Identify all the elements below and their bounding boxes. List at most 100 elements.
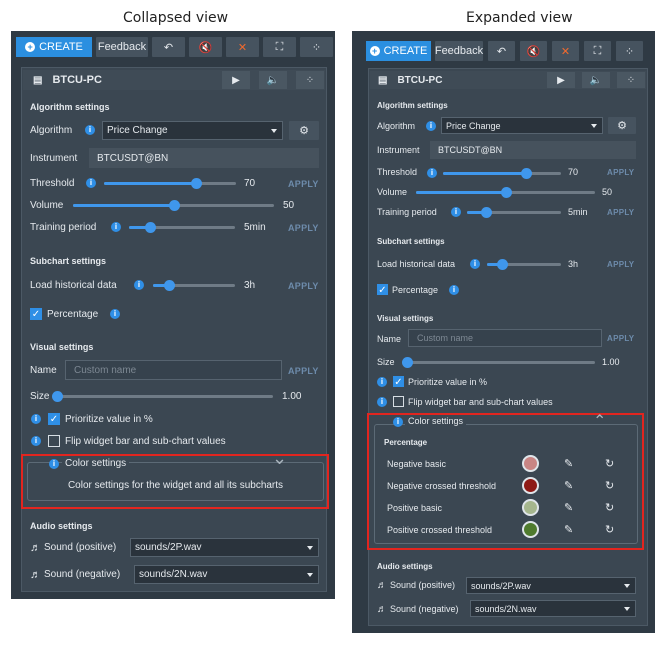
fullscreen-icon[interactable]: ⛶	[584, 41, 611, 61]
info-icon[interactable]: i	[31, 414, 41, 424]
reset-icon[interactable]: ↻	[605, 524, 614, 536]
color-row-label: Negative crossed threshold	[387, 481, 497, 491]
chevron-down-icon[interactable]: ⌄	[272, 449, 287, 467]
instrument-field[interactable]: BTCUSDT@BN	[89, 148, 319, 168]
info-icon[interactable]: i	[86, 178, 96, 188]
flip-label: Flip widget bar and sub-chart values	[408, 397, 553, 407]
reset-icon[interactable]: ↻	[605, 458, 614, 470]
slider-handle[interactable]	[496, 259, 508, 270]
name-label: Name	[30, 365, 57, 376]
instrument-field[interactable]: BTCUSDT@BN	[430, 141, 636, 159]
move-icon[interactable]: ⁘	[617, 72, 645, 88]
info-icon[interactable]: i	[49, 459, 59, 469]
create-button[interactable]: + CREATE	[366, 41, 431, 61]
slider-handle[interactable]	[402, 357, 413, 368]
sound-icon[interactable]: 🔈	[259, 71, 287, 89]
info-icon[interactable]: i	[110, 309, 120, 319]
feedback-button[interactable]: Feedback	[96, 37, 148, 57]
slider-handle[interactable]	[500, 187, 512, 198]
flip-checkbox[interactable]	[393, 396, 404, 407]
info-icon[interactable]: i	[85, 125, 95, 135]
threshold-slider[interactable]	[443, 168, 561, 179]
slider-handle[interactable]	[168, 200, 180, 211]
sound-icon[interactable]: 🔈	[582, 72, 610, 88]
sound-positive-select[interactable]: sounds/2P.wav	[130, 538, 319, 557]
info-icon[interactable]: i	[393, 417, 403, 427]
historical-slider[interactable]	[153, 280, 235, 291]
gear-icon[interactable]: ⚙	[608, 117, 636, 134]
size-slider[interactable]	[52, 391, 273, 402]
info-icon[interactable]: i	[427, 168, 437, 178]
sound-negative-label: Sound (negative)	[390, 604, 459, 614]
sound-negative-select[interactable]: sounds/2N.wav	[134, 565, 319, 584]
close-icon[interactable]: ✕	[552, 41, 579, 61]
flip-checkbox[interactable]	[48, 435, 60, 447]
info-icon[interactable]: i	[134, 280, 144, 290]
name-input[interactable]: Custom name	[65, 360, 282, 380]
eyedropper-icon[interactable]: ✎	[564, 480, 573, 492]
mute-icon[interactable]: 🔇	[520, 41, 547, 61]
play-icon[interactable]: ▶	[222, 71, 250, 89]
undo-icon[interactable]: ↶	[488, 41, 515, 61]
sound-positive-select[interactable]: sounds/2P.wav	[466, 577, 636, 594]
eyedropper-icon[interactable]: ✎	[564, 524, 573, 536]
apply-button[interactable]: APPLY	[607, 334, 634, 343]
training-slider[interactable]	[467, 207, 561, 218]
create-button[interactable]: + CREATE	[16, 37, 92, 57]
prioritize-checkbox[interactable]: ✓	[48, 413, 60, 425]
threshold-slider[interactable]	[104, 178, 236, 189]
size-slider[interactable]	[402, 357, 595, 368]
eyedropper-icon[interactable]: ✎	[564, 458, 573, 470]
info-icon[interactable]: i	[451, 207, 461, 217]
close-icon[interactable]: ✕	[226, 37, 259, 57]
color-swatch[interactable]	[522, 521, 539, 538]
historical-slider[interactable]	[487, 259, 561, 270]
move-icon[interactable]: ⁘	[296, 71, 324, 89]
percentage-checkbox[interactable]: ✓	[30, 308, 42, 320]
percentage-checkbox[interactable]: ✓	[377, 284, 388, 296]
info-icon[interactable]: i	[449, 285, 459, 295]
apply-button[interactable]: APPLY	[607, 168, 634, 177]
sound-positive-label: Sound (positive)	[44, 542, 117, 553]
info-icon[interactable]: i	[426, 121, 436, 131]
eyedropper-icon[interactable]: ✎	[564, 502, 573, 514]
apply-button[interactable]: APPLY	[288, 366, 319, 376]
slider-handle[interactable]	[520, 168, 532, 179]
gear-icon[interactable]: ⚙	[289, 121, 319, 140]
volume-slider[interactable]	[73, 200, 274, 211]
widget-title: BTCU-PC	[52, 74, 102, 86]
prioritize-checkbox[interactable]: ✓	[393, 376, 404, 388]
mute-icon[interactable]: 🔇	[189, 37, 222, 57]
color-swatch[interactable]	[522, 455, 539, 472]
training-slider[interactable]	[129, 222, 235, 233]
widget-icon: ▤	[378, 74, 388, 86]
info-icon[interactable]: i	[31, 436, 41, 446]
drag-icon[interactable]: ⁘	[616, 41, 643, 61]
color-swatch[interactable]	[522, 477, 539, 494]
play-icon[interactable]: ▶	[547, 72, 575, 88]
apply-button[interactable]: APPLY	[288, 179, 319, 189]
apply-button[interactable]: APPLY	[607, 208, 634, 217]
algorithm-select[interactable]: Price Change	[102, 121, 283, 140]
info-icon[interactable]: i	[470, 259, 480, 269]
color-swatch[interactable]	[522, 499, 539, 516]
name-input[interactable]: Custom name	[408, 329, 602, 347]
info-icon[interactable]: i	[111, 222, 121, 232]
drag-icon[interactable]: ⁘	[300, 37, 333, 57]
info-icon[interactable]: i	[377, 377, 387, 387]
slider-handle[interactable]	[480, 207, 492, 218]
undo-icon[interactable]: ↶	[152, 37, 185, 57]
algorithm-select[interactable]: Price Change	[441, 117, 603, 134]
sound-negative-select[interactable]: sounds/2N.wav	[470, 600, 636, 617]
fullscreen-icon[interactable]: ⛶	[263, 37, 296, 57]
apply-button[interactable]: APPLY	[288, 281, 319, 291]
chevron-up-icon[interactable]: ⌃	[593, 414, 606, 430]
apply-button[interactable]: APPLY	[288, 223, 319, 233]
feedback-button[interactable]: Feedback	[435, 41, 483, 61]
reset-icon[interactable]: ↻	[605, 502, 614, 514]
reset-icon[interactable]: ↻	[605, 480, 614, 492]
info-icon[interactable]: i	[377, 397, 387, 407]
slider-handle[interactable]	[52, 391, 63, 402]
volume-slider[interactable]	[416, 187, 595, 198]
apply-button[interactable]: APPLY	[607, 260, 634, 269]
